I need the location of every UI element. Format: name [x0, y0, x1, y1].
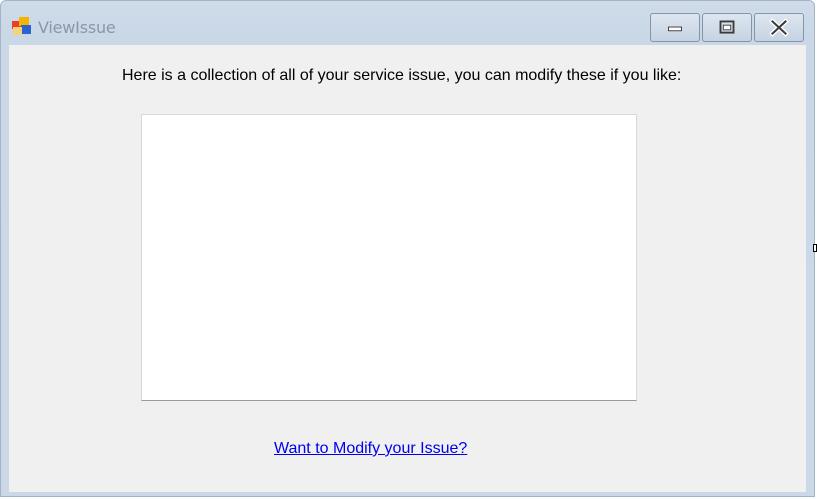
app-window-icon: [11, 16, 33, 36]
view-issue-window: ViewIssue Here is a collection of all of…: [0, 0, 815, 497]
close-button[interactable]: [754, 13, 804, 42]
client-area: Here is a collection of all of your serv…: [9, 45, 806, 492]
modify-issue-link[interactable]: Want to Modify your Issue?: [274, 440, 467, 458]
title-bar[interactable]: ViewIssue: [1, 1, 814, 45]
maximize-button[interactable]: [702, 13, 752, 42]
window-title: ViewIssue: [38, 18, 116, 37]
minimize-button[interactable]: [650, 13, 700, 42]
issue-list-box[interactable]: [141, 114, 637, 401]
resize-handle[interactable]: [813, 244, 817, 252]
instructions-label: Here is a collection of all of your serv…: [122, 67, 682, 84]
